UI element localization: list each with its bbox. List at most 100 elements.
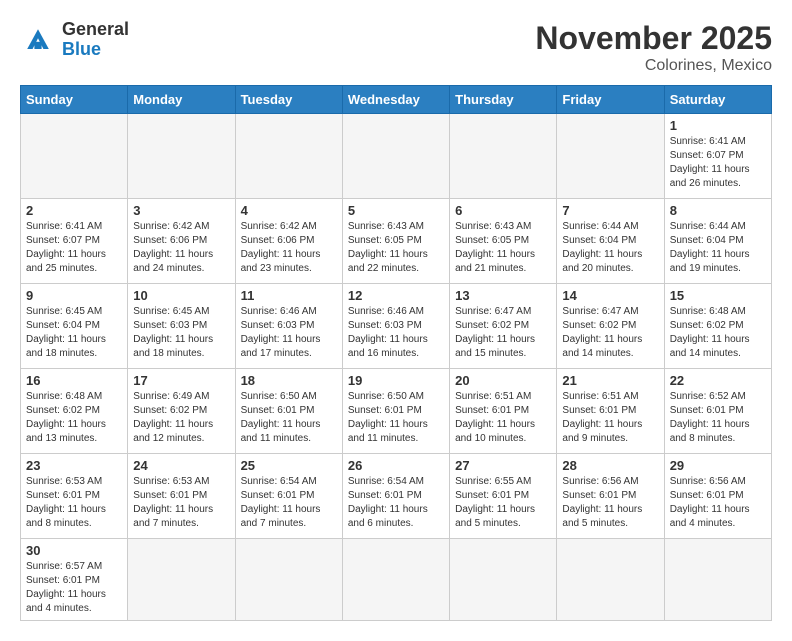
calendar-cell: 1Sunrise: 6:41 AM Sunset: 6:07 PM Daylig…	[664, 114, 771, 199]
calendar-cell: 26 Sunrise: 6:54 AM Sunset: 6:01 PM Dayli…	[342, 454, 449, 539]
calendar-week-row: 30 Sunrise: 6:57 AM Sunset: 6:01 PM Dayli…	[21, 539, 772, 621]
logo: General Blue	[20, 20, 129, 60]
weekday-header: Tuesday	[235, 86, 342, 114]
month-title: November 2025	[535, 20, 772, 57]
calendar-cell	[342, 539, 449, 621]
day-info: Sunrise: 6:45 AM Sunset: 6:03 PM Dayligh…	[133, 305, 229, 361]
calendar-cell: 9 Sunrise: 6:45 AM Sunset: 6:04 PM Daylig…	[21, 284, 128, 369]
day-info: Sunrise: 6:50 AM Sunset: 6:01 PM Dayligh…	[241, 390, 337, 446]
day-info: Sunrise: 6:51 AM Sunset: 6:01 PM Dayligh…	[562, 390, 658, 446]
day-info: Sunrise: 6:52 AM Sunset: 6:01 PM Dayligh…	[670, 390, 766, 446]
calendar-cell	[21, 114, 128, 199]
calendar-cell: 15Sunrise: 6:48 AM Sunset: 6:02 PM Dayli…	[664, 284, 771, 369]
day-info: Sunrise: 6:56 AM Sunset: 6:01 PM Dayligh…	[670, 475, 766, 531]
day-info: Sunrise: 6:43 AM Sunset: 6:05 PM Dayligh…	[455, 220, 551, 276]
calendar-cell: 7 Sunrise: 6:44 AM Sunset: 6:04 PM Daylig…	[557, 199, 664, 284]
day-number: 2	[26, 203, 122, 218]
day-info: Sunrise: 6:42 AM Sunset: 6:06 PM Dayligh…	[241, 220, 337, 276]
day-info: Sunrise: 6:41 AM Sunset: 6:07 PM Dayligh…	[26, 220, 122, 276]
day-number: 16	[26, 373, 122, 388]
day-number: 26	[348, 458, 444, 473]
day-info: Sunrise: 6:45 AM Sunset: 6:04 PM Dayligh…	[26, 305, 122, 361]
calendar-cell: 17Sunrise: 6:49 AM Sunset: 6:02 PM Dayli…	[128, 369, 235, 454]
day-number: 20	[455, 373, 551, 388]
day-info: Sunrise: 6:51 AM Sunset: 6:01 PM Dayligh…	[455, 390, 551, 446]
calendar-cell	[450, 539, 557, 621]
calendar-week-row: 1Sunrise: 6:41 AM Sunset: 6:07 PM Daylig…	[21, 114, 772, 199]
calendar-cell: 3Sunrise: 6:42 AM Sunset: 6:06 PM Daylig…	[128, 199, 235, 284]
day-number: 17	[133, 373, 229, 388]
calendar-cell: 24Sunrise: 6:53 AM Sunset: 6:01 PM Dayli…	[128, 454, 235, 539]
day-info: Sunrise: 6:47 AM Sunset: 6:02 PM Dayligh…	[562, 305, 658, 361]
day-number: 9	[26, 288, 122, 303]
day-number: 28	[562, 458, 658, 473]
weekday-header: Wednesday	[342, 86, 449, 114]
day-info: Sunrise: 6:56 AM Sunset: 6:01 PM Dayligh…	[562, 475, 658, 531]
calendar-week-row: 16 Sunrise: 6:48 AM Sunset: 6:02 PM Dayli…	[21, 369, 772, 454]
calendar-cell: 29Sunrise: 6:56 AM Sunset: 6:01 PM Dayli…	[664, 454, 771, 539]
calendar: SundayMondayTuesdayWednesdayThursdayFrid…	[20, 85, 772, 621]
day-number: 27	[455, 458, 551, 473]
calendar-cell: 11 Sunrise: 6:46 AM Sunset: 6:03 PM Dayli…	[235, 284, 342, 369]
day-info: Sunrise: 6:53 AM Sunset: 6:01 PM Dayligh…	[133, 475, 229, 531]
logo-icon	[20, 22, 56, 58]
calendar-cell: 2 Sunrise: 6:41 AM Sunset: 6:07 PM Daylig…	[21, 199, 128, 284]
calendar-cell	[450, 114, 557, 199]
day-number: 21	[562, 373, 658, 388]
calendar-cell: 27Sunrise: 6:55 AM Sunset: 6:01 PM Dayli…	[450, 454, 557, 539]
calendar-cell	[557, 114, 664, 199]
day-number: 8	[670, 203, 766, 218]
weekday-header: Friday	[557, 86, 664, 114]
day-info: Sunrise: 6:41 AM Sunset: 6:07 PM Dayligh…	[670, 135, 766, 191]
calendar-cell: 16 Sunrise: 6:48 AM Sunset: 6:02 PM Dayli…	[21, 369, 128, 454]
page-header: General Blue November 2025 Colorines, Me…	[20, 20, 772, 75]
logo-text: General Blue	[62, 20, 129, 60]
calendar-cell: 4 Sunrise: 6:42 AM Sunset: 6:06 PM Daylig…	[235, 199, 342, 284]
calendar-cell: 30 Sunrise: 6:57 AM Sunset: 6:01 PM Dayli…	[21, 539, 128, 621]
day-number: 7	[562, 203, 658, 218]
calendar-cell	[235, 539, 342, 621]
calendar-cell: 20 Sunrise: 6:51 AM Sunset: 6:01 PM Dayli…	[450, 369, 557, 454]
logo-general-text: General	[62, 20, 129, 40]
day-number: 14	[562, 288, 658, 303]
calendar-week-row: 23Sunrise: 6:53 AM Sunset: 6:01 PM Dayli…	[21, 454, 772, 539]
calendar-week-row: 2 Sunrise: 6:41 AM Sunset: 6:07 PM Daylig…	[21, 199, 772, 284]
day-info: Sunrise: 6:53 AM Sunset: 6:01 PM Dayligh…	[26, 475, 122, 531]
weekday-header: Monday	[128, 86, 235, 114]
day-info: Sunrise: 6:48 AM Sunset: 6:02 PM Dayligh…	[26, 390, 122, 446]
day-info: Sunrise: 6:57 AM Sunset: 6:01 PM Dayligh…	[26, 560, 122, 616]
day-number: 30	[26, 543, 122, 558]
title-block: November 2025 Colorines, Mexico	[535, 20, 772, 75]
calendar-cell	[557, 539, 664, 621]
day-info: Sunrise: 6:42 AM Sunset: 6:06 PM Dayligh…	[133, 220, 229, 276]
day-info: Sunrise: 6:44 AM Sunset: 6:04 PM Dayligh…	[670, 220, 766, 276]
day-number: 25	[241, 458, 337, 473]
location: Colorines, Mexico	[535, 57, 772, 75]
day-number: 10	[133, 288, 229, 303]
day-info: Sunrise: 6:44 AM Sunset: 6:04 PM Dayligh…	[562, 220, 658, 276]
calendar-cell: 13 Sunrise: 6:47 AM Sunset: 6:02 PM Dayli…	[450, 284, 557, 369]
day-info: Sunrise: 6:47 AM Sunset: 6:02 PM Dayligh…	[455, 305, 551, 361]
day-info: Sunrise: 6:48 AM Sunset: 6:02 PM Dayligh…	[670, 305, 766, 361]
day-number: 4	[241, 203, 337, 218]
day-number: 5	[348, 203, 444, 218]
calendar-cell: 8 Sunrise: 6:44 AM Sunset: 6:04 PM Daylig…	[664, 199, 771, 284]
day-info: Sunrise: 6:54 AM Sunset: 6:01 PM Dayligh…	[348, 475, 444, 531]
day-number: 13	[455, 288, 551, 303]
calendar-cell: 23Sunrise: 6:53 AM Sunset: 6:01 PM Dayli…	[21, 454, 128, 539]
day-info: Sunrise: 6:54 AM Sunset: 6:01 PM Dayligh…	[241, 475, 337, 531]
calendar-cell	[235, 114, 342, 199]
calendar-cell: 28 Sunrise: 6:56 AM Sunset: 6:01 PM Dayli…	[557, 454, 664, 539]
calendar-cell: 22Sunrise: 6:52 AM Sunset: 6:01 PM Dayli…	[664, 369, 771, 454]
day-info: Sunrise: 6:46 AM Sunset: 6:03 PM Dayligh…	[241, 305, 337, 361]
weekday-header: Saturday	[664, 86, 771, 114]
logo-blue-text: Blue	[62, 40, 129, 60]
calendar-cell: 18Sunrise: 6:50 AM Sunset: 6:01 PM Dayli…	[235, 369, 342, 454]
weekday-header: Thursday	[450, 86, 557, 114]
calendar-cell: 10 Sunrise: 6:45 AM Sunset: 6:03 PM Dayli…	[128, 284, 235, 369]
calendar-cell: 12Sunrise: 6:46 AM Sunset: 6:03 PM Dayli…	[342, 284, 449, 369]
day-info: Sunrise: 6:50 AM Sunset: 6:01 PM Dayligh…	[348, 390, 444, 446]
day-number: 12	[348, 288, 444, 303]
day-number: 11	[241, 288, 337, 303]
day-info: Sunrise: 6:43 AM Sunset: 6:05 PM Dayligh…	[348, 220, 444, 276]
